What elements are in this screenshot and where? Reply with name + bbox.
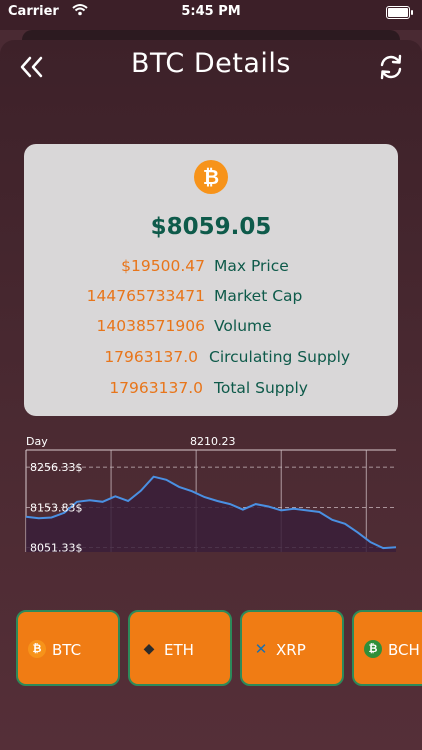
stat-label: Volume bbox=[214, 317, 272, 335]
refresh-icon bbox=[380, 54, 402, 80]
coin-symbol: BCH bbox=[388, 641, 420, 659]
chart-y-tick-label: 8256.33$ bbox=[30, 461, 83, 474]
stat-value: 144765733471 bbox=[86, 287, 205, 305]
stat-value: 17963137.0 bbox=[109, 379, 203, 397]
stat-value: 17963137.0 bbox=[104, 348, 198, 366]
stat-row-total-supply: 17963137.0 Total Supply bbox=[24, 379, 398, 401]
status-bar: Carrier 5:45 PM bbox=[0, 0, 422, 30]
bitcoin-icon: ₿ bbox=[194, 160, 228, 194]
stat-value: 14038571906 bbox=[96, 317, 205, 335]
stat-label: Market Cap bbox=[214, 287, 303, 305]
coin-button-eth[interactable]: ◆ ETH bbox=[128, 610, 232, 686]
chart-y-tick-label: 8051.33$ bbox=[30, 542, 83, 555]
stat-label: Circulating Supply bbox=[209, 348, 351, 366]
stat-row-market-cap: 144765733471 Market Cap bbox=[24, 287, 398, 309]
stat-row-circulating-supply: 17963137.0 Circulating Supply bbox=[24, 348, 398, 370]
stat-value: $19500.47 bbox=[121, 257, 205, 275]
coin-button-btc[interactable]: ₿ BTC bbox=[16, 610, 120, 686]
chart-y-tick-label: 8153.83$ bbox=[30, 501, 83, 514]
header: BTC Details bbox=[0, 42, 422, 94]
xrp-icon: ✕ bbox=[254, 640, 268, 658]
stat-row-max-price: $19500.47 Max Price bbox=[24, 257, 398, 279]
price-chart[interactable]: Day 8210.23 8256.33$ 8153.83$ 8051.33$ bbox=[24, 432, 398, 556]
stat-row-volume: 14038571906 Volume bbox=[24, 317, 398, 339]
ethereum-icon: ◆ bbox=[143, 641, 155, 657]
current-price: $8059.05 bbox=[150, 214, 272, 240]
battery-icon bbox=[386, 6, 413, 19]
clock: 5:45 PM bbox=[181, 4, 241, 19]
bitcoin-icon: ₿ bbox=[28, 640, 46, 658]
refresh-button[interactable] bbox=[376, 52, 406, 82]
coin-button-bch[interactable]: ₿ BCH bbox=[352, 610, 422, 686]
coin-symbol: ETH bbox=[164, 641, 194, 659]
coin-selector: ₿ BTC ◆ ETH ✕ XRP ₿ BCH bbox=[12, 602, 422, 690]
coin-details-card: ₿ $8059.05 $19500.47 Max Price 144765733… bbox=[24, 144, 398, 416]
coin-button-xrp[interactable]: ✕ XRP bbox=[240, 610, 344, 686]
chart-top-value: 8210.23 bbox=[190, 435, 236, 448]
coin-symbol: BTC bbox=[52, 641, 82, 659]
page-title: BTC Details bbox=[131, 48, 291, 79]
stat-label: Total Supply bbox=[214, 379, 308, 397]
stat-label: Max Price bbox=[214, 257, 289, 275]
chart-x-label: Day bbox=[26, 435, 48, 448]
coin-symbol: XRP bbox=[276, 641, 306, 659]
bitcoin-cash-icon: ₿ bbox=[364, 640, 382, 658]
